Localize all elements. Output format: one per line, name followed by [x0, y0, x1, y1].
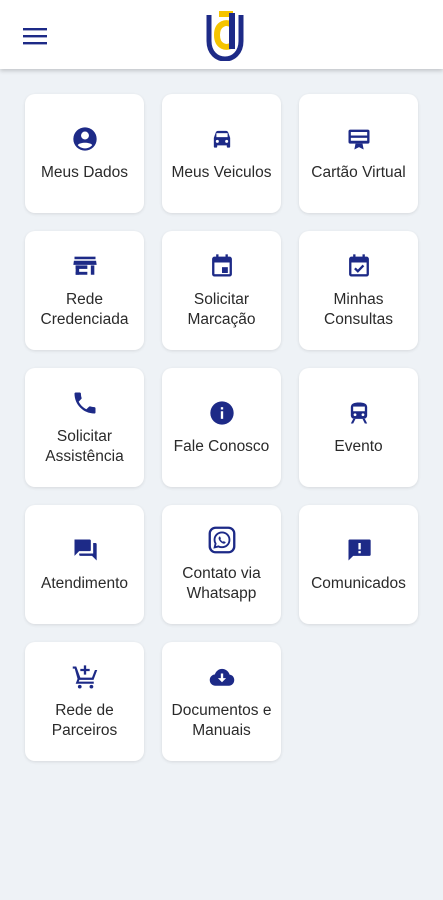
tile-minhas-consultas[interactable]: Minhas Consultas [299, 231, 418, 350]
info-icon [209, 400, 234, 425]
tile-label: Solicitar Assistência [45, 427, 124, 465]
tile-fale-conosco[interactable]: Fale Conosco [162, 368, 281, 487]
tile-label: Rede de Parceiros [51, 701, 118, 739]
calendar-icon [211, 253, 232, 276]
tile-label: Minhas Consultas [324, 290, 393, 328]
account-circle-icon [72, 126, 97, 151]
tile-label: Meus Dados [40, 163, 128, 181]
tile-meus-veiculos[interactable]: Meus Veiculos [162, 94, 281, 213]
tile-label: Documentos e Manuais [171, 701, 272, 739]
car-icon [213, 130, 230, 148]
store-icon [72, 256, 97, 275]
tile-label: Solicitar Marcação [187, 290, 256, 328]
menu-button[interactable] [18, 22, 52, 50]
tile-evento[interactable]: Evento [299, 368, 418, 487]
chat-icon [74, 539, 97, 560]
tile-label: Meus Veiculos [171, 163, 272, 181]
tile-solicitar-marcacao[interactable]: Solicitar Marcação [162, 231, 281, 350]
tile-atendimento[interactable]: Atendimento [25, 505, 144, 624]
tile-label: Cartão Virtual [311, 163, 406, 181]
tile-solicitar-assistencia[interactable]: Solicitar Assistência [25, 368, 144, 487]
tile-rede-parceiros[interactable]: Rede de Parceiros [25, 642, 144, 761]
tile-label: Evento [334, 437, 383, 455]
hamburger-menu-icon [23, 28, 47, 45]
announcement-icon [348, 539, 371, 560]
menu-grid: Meus Dados Meus Veiculos Cartão Virtual [25, 94, 418, 761]
tile-label: Comunicados [311, 574, 406, 592]
train-icon [350, 402, 367, 423]
calendar-check-icon [348, 253, 369, 276]
tile-label: Fale Conosco [173, 437, 270, 455]
tile-documentos-manuais[interactable]: Documentos e Manuais [162, 642, 281, 761]
card-icon [348, 129, 369, 149]
cloud-download-icon [209, 668, 234, 686]
phone-icon [74, 392, 95, 413]
whatsapp-icon [208, 526, 235, 553]
tile-label: Rede Credenciada [40, 290, 129, 328]
tile-comunicados[interactable]: Comunicados [299, 505, 418, 624]
tile-label: Atendimento [40, 574, 129, 592]
tile-label: Contato via Whatsapp [182, 564, 261, 602]
tile-cartao-virtual[interactable]: Cartão Virtual [299, 94, 418, 213]
app-bar [0, 0, 443, 69]
tile-contato-whatsapp[interactable]: Contato via Whatsapp [162, 505, 281, 624]
cart-plus-icon [72, 664, 97, 689]
tile-meus-dados[interactable]: Meus Dados [25, 94, 144, 213]
app-logo-icon [206, 11, 244, 61]
tile-rede-credenciada[interactable]: Rede Credenciada [25, 231, 144, 350]
